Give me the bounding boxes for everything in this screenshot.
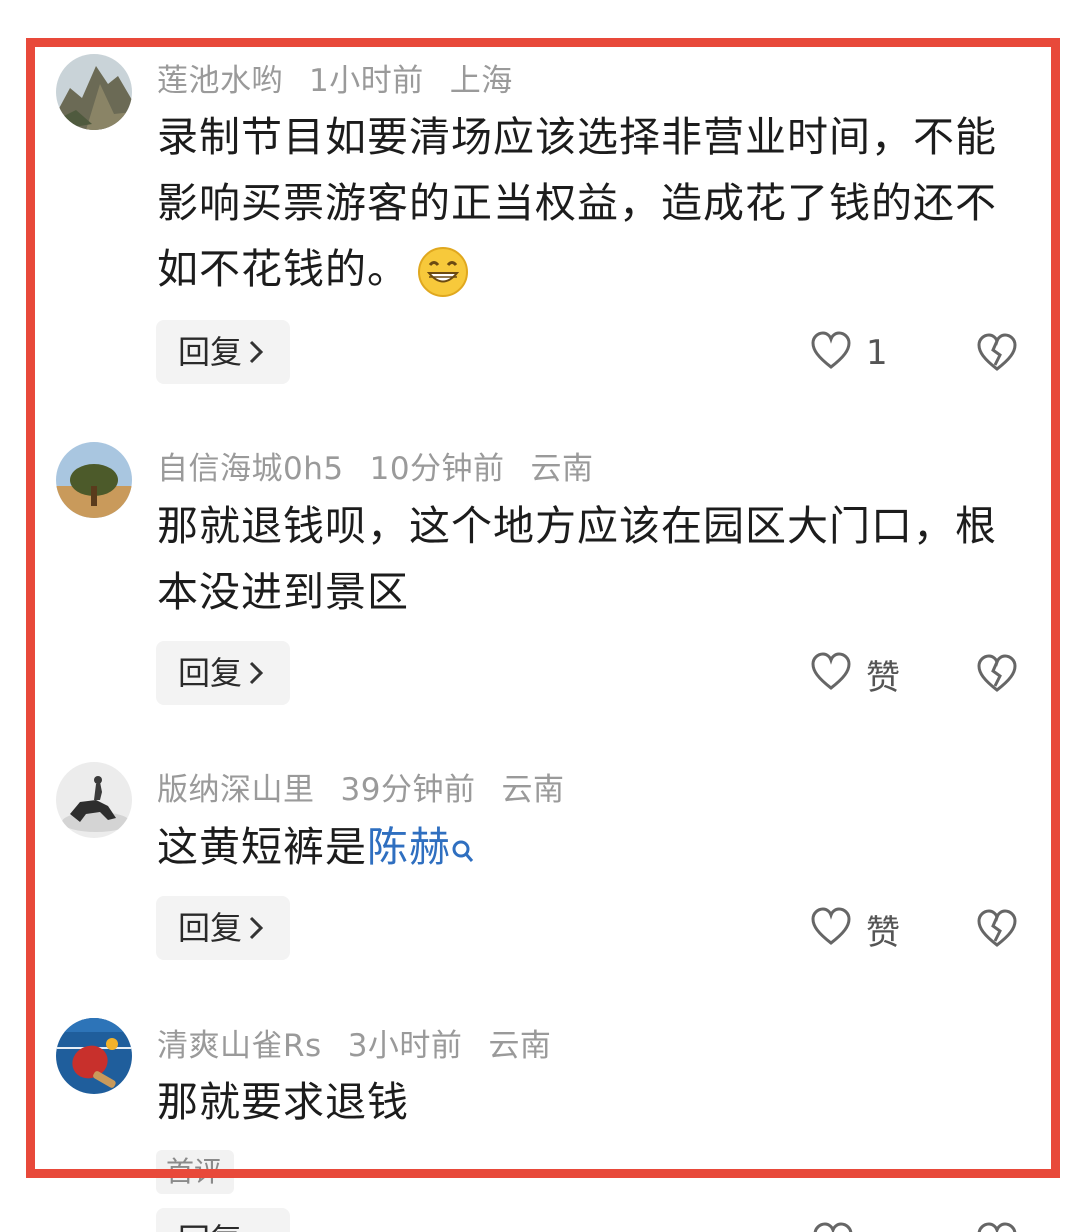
avatar[interactable] [56, 54, 132, 130]
reply-button[interactable]: 回复 [156, 320, 290, 384]
timestamp: 39分钟前 [340, 772, 476, 808]
dislike-button[interactable] [976, 654, 1018, 694]
reply-button[interactable]: 回复 [156, 1208, 290, 1232]
comment-meta: 自信海城0h5 10分钟前 云南 [157, 443, 620, 488]
grinning-face-emoji [417, 246, 469, 298]
location: 云南 [530, 451, 594, 487]
username[interactable]: 清爽山雀Rs [157, 1028, 322, 1064]
reply-label: 回复 [178, 654, 243, 692]
comment-text-content: 这黄短裤是 [157, 823, 367, 871]
location: 云南 [501, 772, 565, 808]
like-button[interactable]: 1 [810, 331, 888, 375]
broken-heart-icon [976, 909, 1018, 953]
location: 上海 [449, 63, 513, 99]
reply-label: 回复 [178, 333, 243, 371]
search-icon[interactable] [451, 818, 475, 884]
username[interactable]: 版纳深山里 [157, 772, 315, 808]
heart-icon [810, 652, 852, 696]
heart-icon [810, 331, 852, 375]
partial-badge-row: 首评 [0, 1150, 1080, 1196]
broken-heart-icon [976, 654, 1018, 698]
search-link[interactable]: 陈赫 [367, 823, 451, 871]
comment-text: 那就要求退钱 [157, 1078, 409, 1126]
chevron-right-icon [248, 898, 264, 962]
like-label: 赞 [866, 657, 900, 698]
first-comment-badge: 首评 [156, 1150, 234, 1194]
chevron-right-icon [248, 643, 264, 707]
comment-text: 这黄短裤是陈赫 [157, 814, 1007, 884]
like-button[interactable]: 赞 [810, 652, 900, 698]
timestamp: 1小时前 [309, 63, 424, 99]
comment-meta: 清爽山雀Rs 3小时前 云南 [157, 1020, 577, 1065]
broken-heart-icon[interactable] [976, 1222, 1018, 1232]
username[interactable]: 自信海城0h5 [157, 451, 344, 487]
broken-heart-icon [976, 333, 1018, 377]
like-button[interactable]: 赞 [810, 907, 900, 953]
reply-button[interactable]: 回复 [156, 641, 290, 705]
comment-text: 录制节目如要清场应该选择非营业时间，不能影响买票游客的正当权益，造成花了钱的还不… [157, 104, 1007, 302]
like-label: 赞 [866, 912, 900, 953]
chevron-right-icon [248, 322, 264, 386]
avatar[interactable] [56, 442, 132, 518]
comment-meta: 莲池水哟 1小时前 上海 [157, 55, 539, 100]
avatar[interactable] [56, 762, 132, 838]
reply-button[interactable]: 回复 [156, 896, 290, 960]
dislike-button[interactable] [976, 333, 1018, 373]
heart-icon[interactable] [812, 1222, 854, 1232]
avatar[interactable] [56, 1018, 132, 1094]
comment-meta: 版纳深山里 39分钟前 云南 [157, 764, 590, 809]
partial-action-row: 回复 [0, 1208, 1080, 1232]
like-count: 1 [866, 333, 888, 373]
timestamp: 10分钟前 [369, 451, 505, 487]
timestamp: 3小时前 [347, 1028, 463, 1064]
reply-label: 回复 [178, 909, 243, 947]
location: 云南 [488, 1028, 552, 1064]
username[interactable]: 莲池水哟 [157, 63, 283, 99]
comment-text: 那就退钱呗，这个地方应该在园区大门口，根本没进到景区 [157, 502, 997, 616]
comment-text-content: 录制节目如要清场应该选择非营业时间，不能影响买票游客的正当权益，造成花了钱的还不… [157, 113, 997, 293]
dislike-button[interactable] [976, 909, 1018, 949]
heart-icon [810, 907, 852, 951]
